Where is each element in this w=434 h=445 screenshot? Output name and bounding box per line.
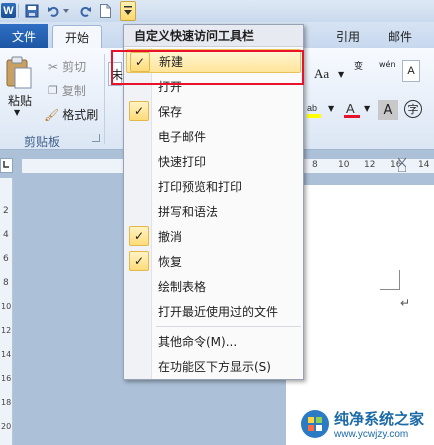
ruler-number: 16: [1, 374, 12, 383]
menu-item-email[interactable]: 电子邮件: [126, 124, 301, 148]
menu-item-quick-print[interactable]: 快速打印: [126, 149, 301, 173]
phonetic-guide-button[interactable]: 变: [354, 62, 363, 72]
ruler-number: 8: [312, 160, 318, 170]
font-color-icon[interactable]: A: [342, 100, 362, 120]
checkmark-icon: ✓: [129, 226, 149, 246]
menu-item-label: 恢复: [158, 254, 183, 269]
tab-references[interactable]: 引用: [328, 25, 368, 48]
ruler-number: 8: [3, 278, 9, 288]
menu-item-redo[interactable]: ✓ 恢复: [126, 249, 301, 273]
save-icon[interactable]: [24, 2, 40, 20]
change-case-button[interactable]: Aa: [314, 66, 329, 82]
menu-item-label: 其他命令(M)...: [158, 334, 238, 349]
clipboard-dialog-launcher-icon[interactable]: [92, 134, 100, 142]
paragraph-mark: ↵: [400, 296, 411, 310]
ruler-number: 6: [3, 254, 9, 264]
undo-icon[interactable]: [46, 2, 60, 20]
indent-marker-icon[interactable]: [396, 157, 408, 173]
clipboard-group-label: 剪贴板: [24, 135, 61, 149]
ruler-number: 12: [1, 326, 12, 335]
svg-text:A: A: [346, 101, 355, 116]
menu-item-label: 撤消: [158, 229, 183, 244]
menu-item-label: 电子邮件: [158, 129, 207, 144]
ruler-number: 18: [1, 398, 12, 407]
menu-item-label: 打印预览和打印: [158, 179, 243, 194]
tab-home[interactable]: 开始: [52, 25, 102, 48]
site-watermark: 纯净系统之家 www.ycwjzy.com: [300, 403, 434, 445]
ruler-number: 20: [1, 422, 12, 431]
svg-text:ab: ab: [307, 103, 317, 113]
menu-item-save[interactable]: ✓ 保存: [126, 99, 301, 123]
highlight-annotation-box: [111, 50, 304, 85]
qat-divider: [18, 4, 19, 18]
menu-item-label: 快速打印: [158, 154, 207, 169]
menu-item-spelling[interactable]: 拼写和语法: [126, 199, 301, 223]
paste-button[interactable]: 粘贴: [8, 92, 32, 109]
customize-toolbar-icon[interactable]: [120, 1, 136, 21]
watermark-url: www.ycwjzy.com: [334, 429, 409, 440]
menu-item-draw-table[interactable]: 绘制表格: [126, 274, 301, 298]
menu-item-more-commands[interactable]: 其他命令(M)...: [126, 329, 301, 353]
enclosed-pinyin: wén: [379, 60, 396, 69]
scissors-icon: ✂: [48, 59, 59, 74]
menu-item-label: 保存: [158, 104, 183, 119]
menu-title: 自定义快速访问工具栏: [124, 25, 303, 47]
character-border-button[interactable]: A: [402, 60, 420, 82]
checkmark-icon: ✓: [129, 251, 149, 271]
checkmark-icon: ✓: [129, 101, 149, 121]
change-case-dropdown-icon[interactable]: ▼: [338, 70, 344, 79]
ruler-number: 14: [1, 350, 12, 359]
menu-item-label: 打开最近使用过的文件: [158, 304, 279, 319]
cut-button[interactable]: ✂ 剪切: [48, 58, 86, 75]
menu-item-print-preview[interactable]: 打印预览和打印: [126, 174, 301, 198]
ruler-number: 4: [3, 230, 9, 240]
ruler-number: 10: [1, 302, 12, 311]
menu-item-label: 拼写和语法: [158, 204, 219, 219]
copy-icon: ❐: [48, 84, 58, 97]
watermark-logo-icon: [300, 409, 330, 439]
menu-item-recent-files[interactable]: 打开最近使用过的文件: [126, 299, 301, 323]
phonetic-top: 变: [354, 62, 364, 72]
watermark-title: 纯净系统之家: [334, 410, 425, 428]
copy-button[interactable]: ❐ 复制: [48, 82, 86, 99]
highlight-dropdown-icon[interactable]: ▼: [328, 104, 334, 113]
character-shading-button[interactable]: A: [378, 100, 398, 120]
tab-selector-icon[interactable]: [0, 158, 13, 173]
format-painter-button[interactable]: 🖌 格式刷: [44, 106, 98, 123]
ruler-number: 12: [364, 160, 376, 170]
highlight-icon[interactable]: ab: [306, 100, 326, 120]
word-icon[interactable]: W: [1, 3, 16, 18]
vertical-ruler[interactable]: 2 4 6 8 10 12 14 16 18 20: [0, 178, 13, 445]
enclose-character-button[interactable]: 字: [404, 100, 422, 118]
group-divider: [104, 54, 105, 144]
menu-item-label: 绘制表格: [158, 279, 207, 294]
ruler-number: 10: [338, 160, 350, 170]
format-painter-label: 格式刷: [62, 108, 99, 122]
menu-item-undo[interactable]: ✓ 撤消: [126, 224, 301, 248]
ruler-number: 14: [418, 160, 430, 170]
undo-dropdown-icon[interactable]: [62, 2, 70, 20]
redo-icon[interactable]: [78, 2, 92, 20]
paste-icon[interactable]: [5, 56, 33, 90]
copy-label: 复制: [61, 84, 86, 98]
new-document-icon[interactable]: [98, 2, 112, 20]
menu-item-label: 在功能区下方显示(S): [158, 359, 271, 374]
ruler-number: 2: [3, 206, 9, 216]
tab-mailings[interactable]: 邮件: [380, 25, 420, 48]
tab-file[interactable]: 文件: [0, 24, 48, 48]
margin-corner-mark: [380, 270, 400, 290]
paste-dropdown-icon[interactable]: ▼: [14, 108, 20, 117]
font-color-dropdown-icon[interactable]: ▼: [364, 104, 370, 113]
menu-separator: [156, 326, 301, 327]
brush-icon: 🖌: [44, 107, 60, 122]
quick-access-toolbar: W: [0, 0, 434, 22]
menu-item-show-below-ribbon[interactable]: 在功能区下方显示(S): [126, 354, 301, 378]
cut-label: 剪切: [62, 60, 87, 74]
